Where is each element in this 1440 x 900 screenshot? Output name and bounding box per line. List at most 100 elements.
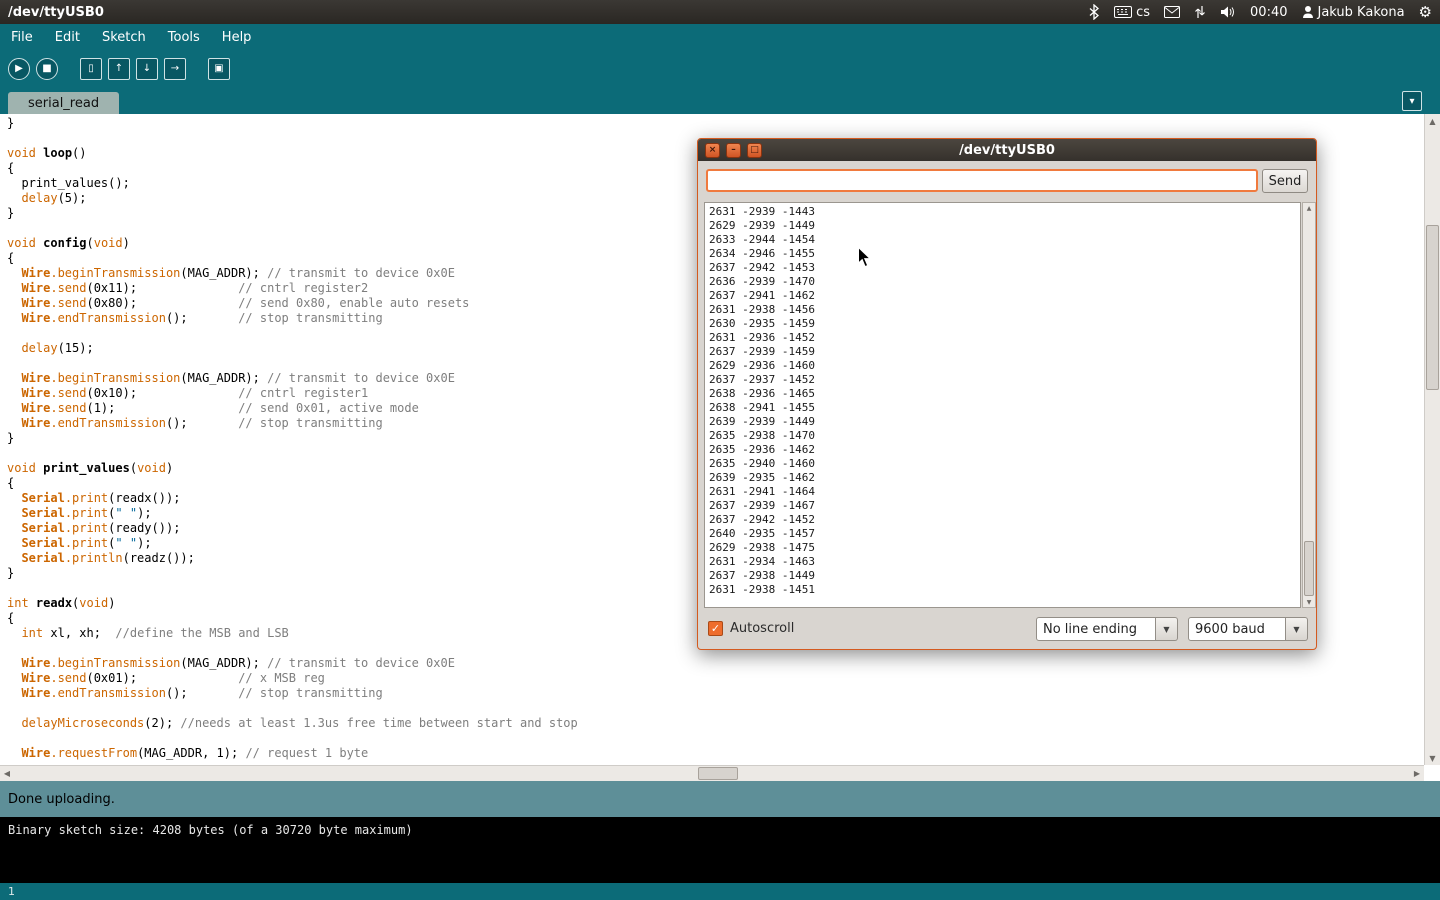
keyboard-icon [1114, 6, 1132, 18]
window-title: /dev/ttyUSB0 [8, 5, 104, 20]
serial-window-titlebar[interactable]: /dev/ttyUSB0 × – □ [698, 139, 1316, 161]
menu-help[interactable]: Help [211, 26, 263, 49]
status-message: Done uploading. [8, 792, 115, 807]
code-line: Wire.endTransmission(); // stop transmit… [7, 311, 578, 326]
tab-serial-read[interactable]: serial_read [8, 92, 119, 114]
code-line: Wire.send(0x10); // cntrl register1 [7, 386, 578, 401]
open-sketch-button[interactable]: ↑ [108, 58, 130, 80]
serial-line: 2639 -2935 -1462 [709, 471, 1296, 485]
scroll-left-icon[interactable]: ◀ [0, 766, 14, 781]
mail-icon[interactable] [1164, 6, 1180, 18]
panel-indicators: cs 00:40 Jakub Kakona ⚙ [1088, 3, 1432, 21]
scroll-up-icon[interactable]: ▲ [1303, 203, 1315, 213]
code-line: Serial.print(" "); [7, 506, 578, 521]
baud-rate-select[interactable]: 9600 baud [1188, 617, 1286, 641]
code-line [7, 326, 578, 341]
scroll-down-icon[interactable]: ▼ [1425, 751, 1440, 765]
code-line: { [7, 251, 578, 266]
code-line: } [7, 431, 578, 446]
send-button[interactable]: Send [1262, 169, 1308, 193]
scroll-up-icon[interactable]: ▲ [1425, 114, 1440, 128]
new-sketch-button[interactable]: ▯ [80, 58, 102, 80]
vertical-scrollbar-thumb[interactable] [1426, 225, 1439, 390]
close-button[interactable]: × [705, 143, 720, 158]
volume-icon[interactable] [1220, 5, 1236, 19]
code-line: { [7, 476, 578, 491]
serial-line: 2637 -2938 -1449 [709, 569, 1296, 583]
serial-output[interactable]: 2631 -2939 -14432629 -2939 -14492633 -29… [704, 202, 1301, 608]
menu-sketch[interactable]: Sketch [91, 26, 157, 49]
serial-line: 2637 -2939 -1467 [709, 499, 1296, 513]
menu-file[interactable]: File [0, 26, 44, 49]
serial-output-scrollbar[interactable]: ▲ ▼ [1302, 202, 1316, 608]
code-line [7, 446, 578, 461]
verify-play-icon: ▶ [15, 64, 23, 74]
session-gear-icon[interactable]: ⚙ [1419, 3, 1432, 21]
footer-bar: 1 [0, 883, 1440, 900]
code-line: Wire.beginTransmission(MAG_ADDR); // tra… [7, 371, 578, 386]
bluetooth-icon[interactable] [1088, 4, 1100, 20]
network-transfer-icon[interactable] [1194, 5, 1206, 19]
serial-line: 2629 -2938 -1475 [709, 541, 1296, 555]
serial-line: 2637 -2941 -1462 [709, 289, 1296, 303]
code-line: } [7, 116, 578, 131]
editor-vertical-scrollbar[interactable]: ▲ ▼ [1424, 114, 1440, 765]
serial-line: 2637 -2942 -1452 [709, 513, 1296, 527]
serial-line: 2631 -2938 -1451 [709, 583, 1296, 597]
horizontal-scrollbar-thumb[interactable] [698, 767, 738, 780]
code-line: void config(void) [7, 236, 578, 251]
serial-send-input[interactable] [706, 169, 1258, 192]
scroll-down-icon[interactable]: ▼ [1303, 597, 1315, 607]
serial-line: 2638 -2941 -1455 [709, 401, 1296, 415]
editor-horizontal-scrollbar[interactable]: ◀ ▶ [0, 765, 1424, 781]
serial-line: 2631 -2941 -1464 [709, 485, 1296, 499]
close-icon: × [709, 146, 717, 155]
menu-edit[interactable]: Edit [44, 26, 91, 49]
code-line [7, 356, 578, 371]
clock[interactable]: 00:40 [1250, 5, 1287, 20]
chevron-down-icon: ▼ [1163, 625, 1169, 634]
verify-button[interactable]: ▶ [8, 58, 30, 80]
upload-button[interactable]: → [164, 58, 186, 80]
serial-monitor-window: /dev/ttyUSB0 × – □ Send 2631 -2939 -1443… [697, 138, 1317, 650]
serial-monitor-icon: ▣ [214, 64, 223, 74]
check-icon: ✓ [711, 622, 720, 635]
serial-line: 2638 -2936 -1465 [709, 387, 1296, 401]
code-line: delayMicroseconds(2); //needs at least 1… [7, 716, 578, 731]
serial-scrollbar-thumb[interactable] [1304, 541, 1314, 596]
save-down-arrow-icon: ↓ [143, 64, 151, 74]
serial-line: 2639 -2939 -1449 [709, 415, 1296, 429]
serial-line: 2635 -2936 -1462 [709, 443, 1296, 457]
line-ending-value: No line ending [1043, 622, 1137, 637]
serial-line: 2637 -2939 -1459 [709, 345, 1296, 359]
minimize-button[interactable]: – [726, 143, 741, 158]
user-menu[interactable]: Jakub Kakona [1302, 5, 1405, 20]
serial-line: 2629 -2939 -1449 [709, 219, 1296, 233]
serial-line: 2633 -2944 -1454 [709, 233, 1296, 247]
keyboard-layout-indicator[interactable]: cs [1114, 5, 1150, 20]
tab-menu-button[interactable]: ▾ [1402, 91, 1422, 111]
serial-line: 2635 -2940 -1460 [709, 457, 1296, 471]
line-ending-dropdown-button[interactable]: ▼ [1156, 617, 1178, 641]
serial-line: 2631 -2939 -1443 [709, 205, 1296, 219]
serial-monitor-button[interactable]: ▣ [208, 58, 230, 80]
line-ending-select[interactable]: No line ending [1036, 617, 1156, 641]
autoscroll-checkbox[interactable]: ✓ [708, 621, 723, 636]
scroll-right-icon[interactable]: ▶ [1410, 766, 1424, 781]
user-icon [1302, 5, 1314, 19]
serial-line: 2635 -2938 -1470 [709, 429, 1296, 443]
new-sketch-icon: ▯ [88, 64, 94, 74]
serial-line: 2640 -2935 -1457 [709, 527, 1296, 541]
save-sketch-button[interactable]: ↓ [136, 58, 158, 80]
serial-line: 2634 -2946 -1455 [709, 247, 1296, 261]
code-area: } void loop(){ print_values(); delay(5);… [7, 116, 578, 761]
stop-button[interactable]: ■ [36, 58, 58, 80]
baud-rate-dropdown-button[interactable]: ▼ [1286, 617, 1308, 641]
serial-line: 2631 -2938 -1456 [709, 303, 1296, 317]
maximize-button[interactable]: □ [747, 143, 762, 158]
serial-line: 2636 -2939 -1470 [709, 275, 1296, 289]
menu-tools[interactable]: Tools [157, 26, 211, 49]
console-text: Binary sketch size: 4208 bytes (of a 307… [8, 823, 413, 837]
code-line: Wire.endTransmission(); // stop transmit… [7, 686, 578, 701]
code-line: Wire.endTransmission(); // stop transmit… [7, 416, 578, 431]
